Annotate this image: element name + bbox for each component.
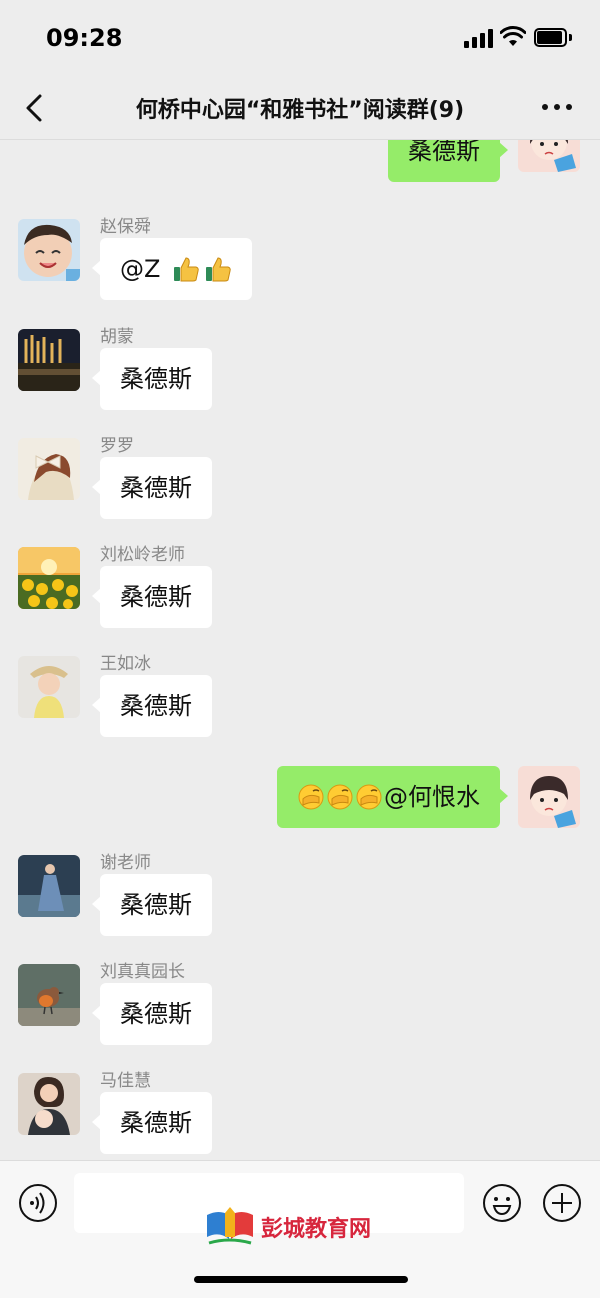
facepalm-emoji-icon	[356, 784, 382, 810]
sunflowers-avatar[interactable]	[18, 547, 80, 609]
thumbs-up-icon	[174, 257, 199, 282]
message-bubble[interactable]: 桑德斯	[92, 348, 212, 410]
status-bar: 09:28	[0, 0, 600, 78]
cartoon-girl-avatar[interactable]	[518, 140, 580, 172]
message-bubble[interactable]: 桑德斯	[388, 140, 508, 182]
more-options-icon[interactable]	[540, 102, 574, 112]
thumbs-up-icon	[206, 257, 231, 282]
watermark-text: 彭城教育网	[261, 1217, 372, 1242]
woman-blue-dress-avatar[interactable]	[18, 855, 80, 917]
home-indicator	[194, 1276, 408, 1283]
message-outgoing: @何恨水	[0, 764, 600, 844]
message-bubble[interactable]: 桑德斯	[92, 457, 212, 519]
facepalm-emoji-icon	[327, 784, 353, 810]
message-text: @Z	[120, 255, 161, 283]
message-incoming: 王如冰 桑德斯	[0, 647, 600, 747]
message-bubble[interactable]: 桑德斯	[92, 983, 212, 1045]
sender-name: 刘真真园长	[100, 962, 185, 982]
message-bubble[interactable]: 桑德斯	[92, 874, 212, 936]
message-incoming: 谢老师 桑德斯	[0, 846, 600, 946]
cartoon-girl-avatar[interactable]	[518, 766, 580, 828]
message-incoming: 刘松岭老师 桑德斯	[0, 538, 600, 638]
input-bar: 彭城教育网	[0, 1160, 600, 1298]
sender-name: 谢老师	[100, 853, 151, 873]
mother-baby-avatar[interactable]	[18, 1073, 80, 1135]
message-bubble[interactable]: 桑德斯	[92, 1092, 212, 1154]
robin-bird-avatar[interactable]	[18, 964, 80, 1026]
nav-bar: 何桥中心园“和雅书社”阅读群(9)	[0, 78, 600, 140]
message-incoming: 赵保舜 @Z	[0, 210, 600, 310]
sender-name: 刘松岭老师	[100, 545, 185, 565]
toddler-photo-avatar[interactable]	[18, 656, 80, 718]
message-incoming: 胡蒙 桑德斯	[0, 320, 600, 420]
message-text: @何恨水	[384, 783, 480, 811]
sender-name: 马佳慧	[100, 1071, 151, 1091]
child-photo-avatar[interactable]	[18, 219, 80, 281]
book-logo-icon	[207, 1207, 253, 1245]
night-landscape-avatar[interactable]	[18, 329, 80, 391]
emoji-icon[interactable]	[482, 1183, 522, 1223]
cellular-signal-icon	[464, 28, 494, 48]
plus-icon[interactable]	[542, 1183, 582, 1223]
sender-name: 赵保舜	[100, 217, 151, 237]
girl-with-bow-avatar[interactable]	[18, 438, 80, 500]
battery-icon	[534, 28, 572, 47]
message-bubble[interactable]: 桑德斯	[92, 675, 212, 737]
message-bubble[interactable]: @何恨水	[277, 766, 508, 828]
facepalm-emoji-icon	[298, 784, 324, 810]
sender-name: 王如冰	[100, 654, 151, 674]
message-outgoing: 桑德斯	[0, 140, 600, 200]
message-bubble[interactable]: @Z	[91, 238, 253, 300]
message-incoming: 刘真真园长 桑德斯	[0, 955, 600, 1055]
message-incoming: 罗罗 桑德斯	[0, 429, 600, 529]
sender-name: 罗罗	[100, 436, 134, 456]
message-bubble[interactable]: 桑德斯	[92, 566, 212, 628]
wifi-icon	[500, 26, 526, 46]
chat-title: 何桥中心园“和雅书社”阅读群(9)	[135, 98, 465, 123]
message-list[interactable]: 桑德斯 赵保舜 @Z 胡蒙 桑德斯 罗罗 桑德斯 刘松岭老师 桑德斯 王如冰 桑…	[0, 140, 600, 1160]
status-time: 09:28	[46, 24, 123, 52]
back-arrow-icon[interactable]	[22, 92, 46, 124]
sender-name: 胡蒙	[100, 327, 134, 347]
message-incoming: 马佳慧 桑德斯	[0, 1064, 600, 1160]
voice-input-icon[interactable]	[18, 1183, 58, 1223]
